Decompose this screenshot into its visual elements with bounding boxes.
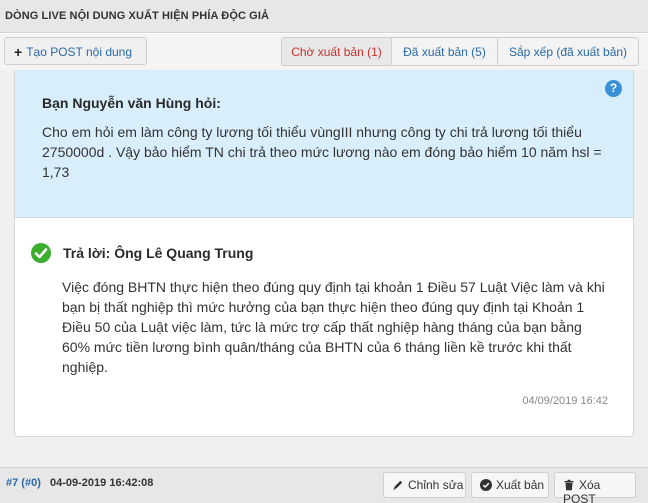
edit-label: Chỉnh sửa xyxy=(408,478,464,492)
tab-published[interactable]: Đã xuất bản (5) xyxy=(391,37,497,66)
toolbar: + Tạo POST nội dung Chờ xuất bản (1) Đã x… xyxy=(0,34,648,70)
create-post-label: Tạo POST nội dung xyxy=(26,45,133,59)
answer-title: Trả lời: Ông Lê Quang Trung xyxy=(63,245,254,261)
post-card: ? Bạn Nguyễn văn Hùng hỏi: Cho em hỏi em… xyxy=(14,70,634,437)
answer-date: 04/09/2019 16:42 xyxy=(522,395,608,407)
plus-icon: + xyxy=(14,44,23,60)
pencil-icon xyxy=(392,479,404,491)
panel-header: DÒNG LIVE NỘI DUNG XUẤT HIỆN PHÍA ĐỘC GI… xyxy=(0,0,648,33)
answer-text: Việc đóng BHTN thực hiện theo đúng quy đ… xyxy=(62,279,605,375)
question-asker: Bạn Nguyễn văn Hùng hỏi: xyxy=(42,95,221,111)
post-id-link[interactable]: #7 (#0) xyxy=(6,477,41,489)
tab-sort-published[interactable]: Sắp xếp (đã xuất bản) xyxy=(497,37,639,66)
question-box: ? Bạn Nguyễn văn Hùng hỏi: Cho em hỏi em… xyxy=(15,70,633,218)
question-text: Cho em hỏi em làm công ty lương tối thiể… xyxy=(42,124,602,180)
question-icon[interactable]: ? xyxy=(605,80,622,97)
status-tabs: Chờ xuất bản (1) Đã xuất bản (5) Sắp xếp… xyxy=(281,37,639,66)
delete-post-button[interactable]: Xóa POST xyxy=(554,472,636,503)
trash-icon xyxy=(563,479,575,491)
check-circle-icon xyxy=(31,243,51,263)
publish-button[interactable]: Xuất bản xyxy=(471,472,549,498)
edit-button[interactable]: Chỉnh sửa xyxy=(383,472,466,498)
post-footer: #7 (#0) 04-09-2019 16:42:08 Chỉnh sửa Xu… xyxy=(0,467,648,503)
post-timestamp: 04-09-2019 16:42:08 xyxy=(50,477,154,489)
panel-title: DÒNG LIVE NỘI DUNG XUẤT HIỆN PHÍA ĐỘC GI… xyxy=(5,10,270,22)
publish-label: Xuất bản xyxy=(496,478,545,492)
create-post-button[interactable]: + Tạo POST nội dung xyxy=(4,37,147,65)
tab-pending[interactable]: Chờ xuất bản (1) xyxy=(281,37,391,66)
content-area[interactable]: ? Bạn Nguyễn văn Hùng hỏi: Cho em hỏi em… xyxy=(0,70,648,467)
check-circle-icon xyxy=(480,479,492,491)
